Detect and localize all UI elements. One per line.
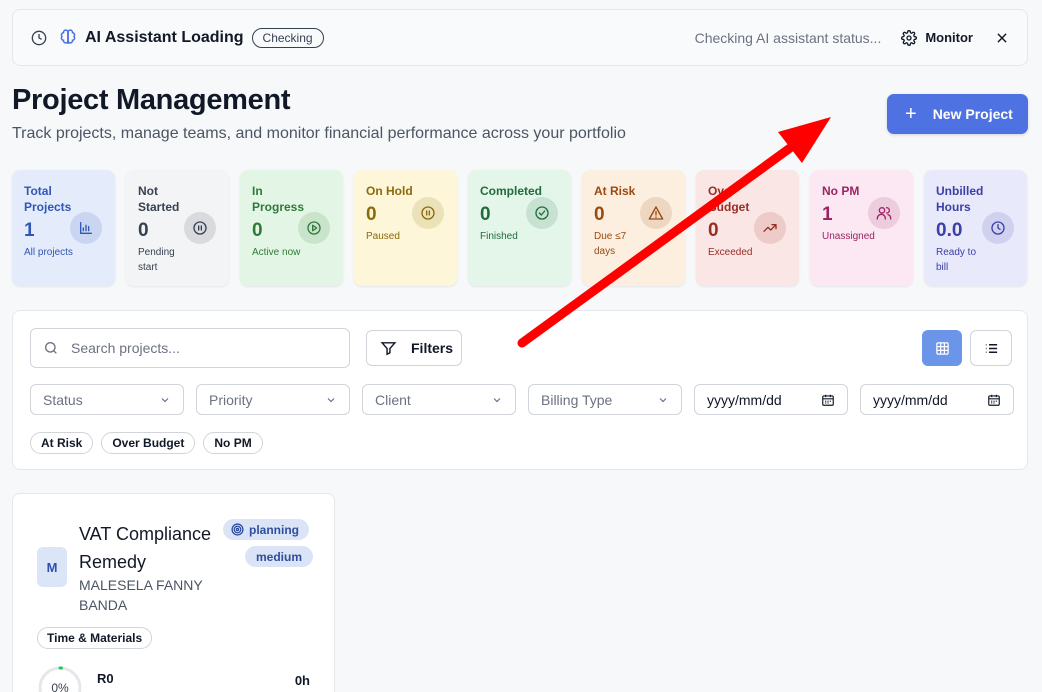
chip-over-budget[interactable]: Over Budget: [101, 432, 196, 454]
status-badge: Checking: [251, 27, 324, 48]
stat-sub: Due ≤7 days: [594, 231, 627, 257]
new-project-button[interactable]: + New Project: [887, 94, 1028, 134]
stat-card-no-pm[interactable]: No PM 1 Unassigned: [810, 170, 913, 286]
stat-card-completed[interactable]: Completed 0 Finished: [468, 170, 571, 286]
date-placeholder: yyyy/mm/dd: [873, 391, 948, 408]
chevron-down-icon: [657, 394, 669, 406]
calendar-icon[interactable]: [821, 393, 835, 407]
grid-icon: [935, 341, 950, 356]
billing-type-badge: Time & Materials: [37, 627, 153, 649]
project-client: MALESELA FANNY BANDA: [79, 577, 203, 613]
page-subtitle: Track projects, manage teams, and monito…: [12, 125, 626, 142]
banner-status-text: Checking AI assistant status...: [694, 29, 882, 46]
calendar-icon[interactable]: [987, 393, 1001, 407]
chevron-down-icon: [159, 394, 171, 406]
avatar: M: [37, 547, 67, 587]
stat-card-total-projects[interactable]: Total Projects 1 All projects: [12, 170, 115, 286]
stat-label: On Hold: [366, 184, 413, 198]
search-box[interactable]: [30, 328, 350, 368]
chip-no-pm[interactable]: No PM: [203, 432, 263, 454]
search-input[interactable]: [71, 340, 331, 356]
brain-icon: [59, 28, 77, 47]
stat-label: Unbilled Hours: [936, 184, 984, 214]
stat-sub: Ready to bill: [936, 247, 977, 273]
select-priority[interactable]: Priority: [196, 384, 350, 415]
status-badge: planning: [223, 519, 309, 540]
plus-icon: +: [905, 103, 917, 125]
project-card[interactable]: M VAT Compliance Remedy MALESELA FANNY B…: [12, 493, 335, 692]
budget-amount: R0: [97, 671, 114, 686]
trending-up-icon: [754, 212, 786, 244]
search-icon: [43, 340, 59, 356]
stat-sub: Active now: [252, 247, 301, 258]
clock-icon: [31, 30, 47, 46]
monitor-button[interactable]: Monitor: [901, 29, 973, 46]
monitor-label: Monitor: [925, 30, 973, 45]
list-view-button[interactable]: [970, 330, 1012, 366]
play-circle-icon: [298, 212, 330, 244]
stat-label: At Risk: [594, 184, 636, 198]
close-icon[interactable]: [995, 31, 1009, 45]
new-project-label: New Project: [932, 106, 1013, 122]
chip-at-risk[interactable]: At Risk: [30, 432, 94, 454]
chevron-down-icon: [325, 394, 337, 406]
date-placeholder: yyyy/mm/dd: [707, 391, 782, 408]
stat-label: In Progress: [252, 184, 305, 214]
stat-label: Completed: [480, 184, 543, 198]
status-label: planning: [249, 522, 299, 537]
page-title: Project Management: [12, 84, 291, 116]
stat-sub: Pending start: [138, 247, 175, 273]
stat-sub: All projects: [24, 247, 73, 258]
check-circle-icon: [526, 197, 558, 229]
gear-icon: [901, 29, 918, 46]
stat-card-on-hold[interactable]: On Hold 0 Paused: [354, 170, 457, 286]
stat-card-at-risk[interactable]: At Risk 0 Due ≤7 days: [582, 170, 685, 286]
stat-label: Total Projects: [24, 184, 72, 214]
select-label: Status: [43, 391, 83, 408]
filter-selects: Status Priority Client Billing Type yyyy/mm/…: [30, 384, 1014, 415]
select-billing-type[interactable]: Billing Type: [528, 384, 682, 415]
filters-label: Filters: [411, 340, 454, 356]
stat-card-unbilled-hours[interactable]: Unbilled Hours 0.0 Ready to bill: [924, 170, 1027, 286]
banner-title: AI Assistant Loading: [85, 28, 244, 46]
quick-filter-chips: At Risk Over Budget No PM: [30, 432, 263, 454]
stat-card-over-budget[interactable]: Over Budget 0 Exceeded: [696, 170, 799, 286]
priority-badge: medium: [245, 546, 314, 567]
stat-card-not-started[interactable]: Not Started 0 Pending start: [126, 170, 229, 286]
pause-circle-icon: [184, 212, 216, 244]
stat-sub: Unassigned: [822, 231, 875, 242]
list-icon: [984, 341, 999, 356]
select-label: Client: [375, 391, 411, 408]
stat-sub: Exceeded: [708, 247, 753, 258]
filters-button[interactable]: Filters: [366, 330, 462, 366]
progress-label: 0%: [51, 681, 69, 692]
stat-card-in-progress[interactable]: In Progress 0 Active now: [240, 170, 343, 286]
filter-icon: [380, 340, 397, 357]
grid-view-button[interactable]: [922, 330, 962, 366]
warning-icon: [640, 197, 672, 229]
stat-sub: Finished: [480, 231, 518, 242]
ai-assistant-banner: AI Assistant Loading Checking Checking A…: [12, 9, 1028, 66]
pause-circle-icon: [412, 197, 444, 229]
select-label: Billing Type: [541, 391, 613, 408]
clock-icon: [982, 212, 1014, 244]
select-status[interactable]: Status: [30, 384, 184, 415]
stat-label: Over Budget: [708, 184, 750, 214]
stat-cards: Total Projects 1 All projects Not Started 0 P…: [12, 170, 1027, 286]
hours-logged: 0h: [294, 673, 310, 688]
select-label: Priority: [209, 391, 253, 408]
target-icon: [231, 523, 244, 536]
stat-label: Not Started: [138, 184, 180, 214]
bar-chart-icon: [70, 212, 102, 244]
end-date-input[interactable]: yyyy/mm/dd: [860, 384, 1014, 415]
chevron-down-icon: [491, 394, 503, 406]
users-icon: [868, 197, 900, 229]
filter-panel: Filters Status Priority Client Billing Type…: [12, 310, 1028, 470]
start-date-input[interactable]: yyyy/mm/dd: [694, 384, 848, 415]
stat-label: No PM: [822, 184, 860, 198]
stat-sub: Paused: [366, 231, 400, 242]
select-client[interactable]: Client: [362, 384, 516, 415]
project-name[interactable]: VAT Compliance Remedy: [79, 520, 219, 576]
